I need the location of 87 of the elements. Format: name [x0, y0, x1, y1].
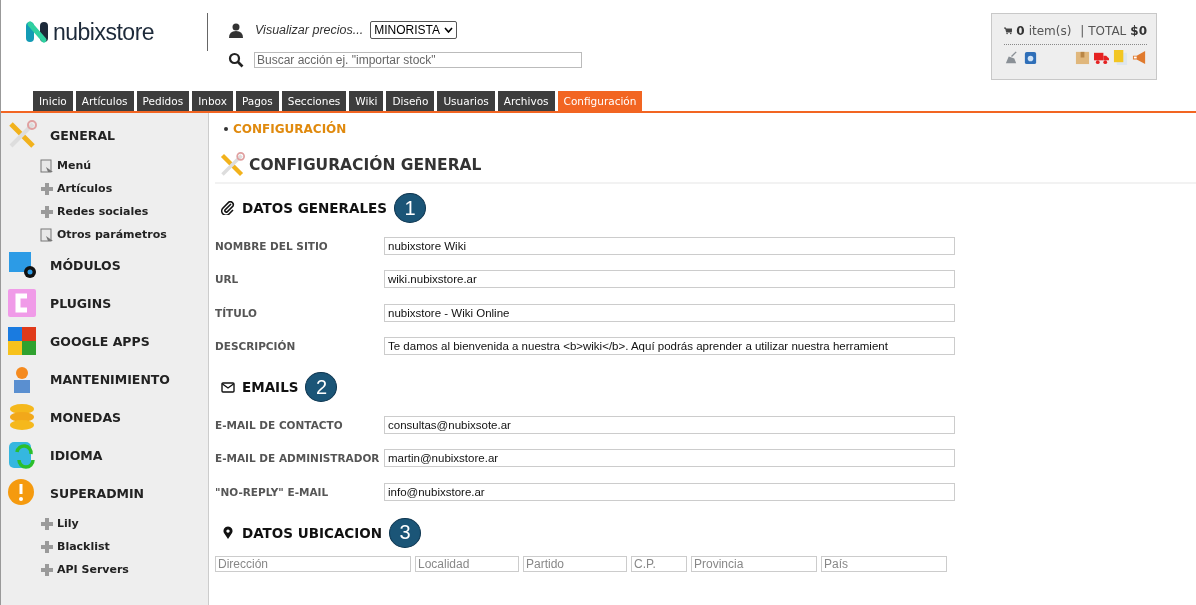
sidebar-link[interactable]: Artículos: [1, 177, 208, 200]
sidebar-section[interactable]: IDIOMA: [1, 436, 208, 474]
text-field[interactable]: info@nubixstore.ar: [384, 482, 955, 501]
satellite-icon[interactable]: [1004, 50, 1019, 65]
sidebar-section[interactable]: MÓDULOS: [1, 246, 208, 284]
box-icon[interactable]: [1075, 50, 1090, 65]
nav-tab[interactable]: Inbox: [192, 91, 233, 111]
chevron-down-icon: [443, 27, 453, 33]
sidebar-link[interactable]: Lily: [1, 512, 208, 535]
plus-icon: [40, 204, 54, 219]
coins-icon: [7, 402, 37, 432]
text-field[interactable]: nubixstore - Wiki Online: [384, 303, 955, 322]
field-label: E-MAIL DE CONTACTO: [215, 418, 344, 431]
location-pin-icon: [221, 525, 235, 540]
total-amount: $0: [1130, 24, 1147, 38]
field-label: DESCRIPCIÓN: [215, 340, 297, 353]
text-field[interactable]: martin@nubixstore.ar: [384, 449, 955, 468]
section-title: DATOS UBICACION: [242, 524, 383, 541]
search-field[interactable]: Buscar acción ej. "importar stock": [254, 52, 582, 68]
step-number: 1: [393, 193, 426, 223]
field-label: URL: [215, 273, 240, 286]
address-field[interactable]: Partido: [523, 555, 627, 572]
sidebar-section[interactable]: MANTENIMIENTO: [1, 360, 208, 398]
cart-count: 0: [1016, 24, 1025, 38]
document-icon: [40, 227, 54, 242]
document-icon: [40, 158, 54, 173]
language-icon: [7, 440, 37, 470]
nav-tab[interactable]: Artículos: [75, 91, 134, 111]
sidebar-section[interactable]: PLUGINS: [1, 284, 208, 322]
tools-icon: [7, 120, 37, 150]
nav-tab[interactable]: Inicio: [33, 91, 73, 111]
text-field[interactable]: Te damos al bienvenida a nuestra <b>wiki</b>. Aquí podrás aprender a utilizar nuestra herramient: [384, 337, 955, 356]
logo-mark-icon: [25, 18, 49, 46]
nav-tab[interactable]: Usuarios: [437, 91, 495, 111]
recycle-bin-icon[interactable]: [1023, 50, 1038, 65]
plus-icon: [40, 539, 54, 554]
nav-tab[interactable]: Pagos: [235, 91, 279, 111]
sidebar-section[interactable]: GOOGLE APPS: [1, 322, 208, 360]
page-title: CONFIGURACIÓN GENERAL: [249, 156, 482, 174]
tools-icon: [219, 152, 245, 178]
modules-icon: [7, 250, 37, 280]
envelope-icon: [221, 380, 235, 394]
store-logo[interactable]: nubixstore: [25, 18, 185, 46]
step-number: 2: [305, 372, 338, 402]
nav-tab[interactable]: Diseño: [386, 91, 435, 111]
field-label: "NO-REPLY" E-MAIL: [215, 485, 330, 498]
google-icon: [7, 326, 37, 356]
total-label: | TOTAL: [1080, 24, 1127, 38]
section-title: EMAILS: [242, 379, 299, 395]
price-select[interactable]: MINORISTA: [370, 21, 457, 39]
alert-icon: [7, 478, 37, 508]
price-label: Visualizar precios...: [255, 23, 364, 37]
address-field[interactable]: C.P.: [631, 555, 687, 572]
plus-icon: [40, 516, 54, 531]
field-label: TÍTULO: [215, 306, 258, 319]
sidebar-link[interactable]: Blacklist: [1, 535, 208, 558]
address-field[interactable]: Localidad: [415, 555, 519, 572]
text-field[interactable]: consultas@nubixsote.ar: [384, 415, 955, 434]
nav-tab[interactable]: Pedidos: [136, 91, 190, 111]
address-field[interactable]: Provincia: [691, 555, 817, 572]
address-field[interactable]: País: [821, 555, 947, 572]
field-label: E-MAIL DE ADMINISTRADOR: [215, 452, 381, 465]
paperclip-icon: [221, 201, 235, 215]
address-field[interactable]: Dirección: [215, 555, 411, 572]
sidebar-section[interactable]: SUPERADMIN: [1, 474, 208, 512]
plus-icon: [40, 181, 54, 196]
items-label: item(s): [1028, 24, 1072, 38]
sidebar-link[interactable]: API Servers: [1, 558, 208, 581]
sidebar-link[interactable]: Otros parámetros: [1, 223, 208, 246]
plus-icon: [40, 562, 54, 577]
nav-tab[interactable]: Archivos: [497, 91, 555, 111]
text-field[interactable]: wiki.nubixstore.ar: [384, 270, 955, 289]
user-icon: [228, 22, 244, 38]
step-number: 3: [389, 517, 422, 548]
nav-tab[interactable]: Secciones: [281, 91, 347, 111]
section-title: DATOS GENERALES: [242, 200, 387, 216]
nav-tab[interactable]: Wiki: [349, 91, 384, 111]
text-field[interactable]: nubixstore Wiki: [384, 236, 955, 255]
sidebar-section[interactable]: GENERAL: [1, 116, 208, 154]
plugins-icon: [7, 288, 37, 318]
search-icon: [228, 52, 244, 68]
megaphone-icon[interactable]: [1132, 50, 1147, 65]
truck-icon[interactable]: [1094, 50, 1109, 65]
sidebar-section[interactable]: MONEDAS: [1, 398, 208, 436]
sidebar-link[interactable]: Redes sociales: [1, 200, 208, 223]
field-label: NOMBRE DEL SITIO: [215, 239, 329, 252]
sidebar-link[interactable]: Menú: [1, 154, 208, 177]
